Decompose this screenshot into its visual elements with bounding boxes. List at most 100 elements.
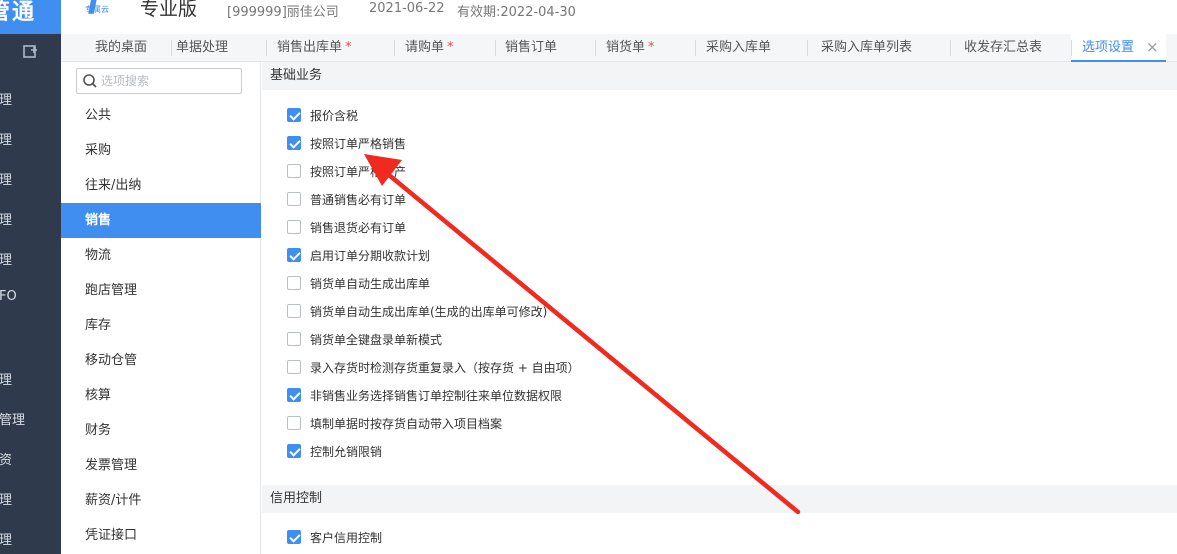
tab-4[interactable]: 销售订单 — [505, 34, 557, 62]
option-row[interactable]: 控制允销限销 — [287, 441, 382, 461]
category-label: 核算 — [85, 388, 112, 403]
option-label: 录入存货时检测存货重复录入（按存货 + 自由项） — [310, 360, 580, 375]
login-date: 2021-06-22 — [369, 1, 445, 16]
option-row[interactable]: 报价含税 — [287, 105, 358, 125]
app-window: 管通 理理理理理FO理管理资理理 T 专属云 专业版 [999999]丽佳公司 … — [0, 0, 1177, 554]
option-label: 销货单自动生成出库单 — [310, 276, 431, 291]
category-label: 库存 — [85, 318, 112, 333]
options-content: 基础业务报价含税按照订单严格销售按照订单严格生产 普通销售必有订单 销售退货必有订单… — [262, 62, 1177, 554]
tab-7[interactable]: 采购入库单列表 — [821, 34, 912, 62]
main-nav-item[interactable]: 理 — [0, 249, 61, 273]
main-nav-item[interactable]: 资 — [0, 449, 61, 473]
category-item[interactable]: 跑店管理 — [61, 273, 261, 308]
main-nav-item[interactable]: 理 — [0, 369, 61, 393]
category-item[interactable]: 往来/出纳 — [61, 168, 261, 203]
category-label: 跑店管理 — [85, 283, 138, 298]
tab-2[interactable]: 销售出库单 * — [277, 34, 352, 62]
option-checkbox[interactable] — [287, 276, 301, 290]
tab-label: 选项设置 — [1082, 40, 1135, 55]
search-box[interactable] — [76, 68, 242, 94]
option-checkbox[interactable] — [287, 220, 301, 234]
option-checkbox[interactable] — [287, 388, 301, 402]
option-row[interactable]: 按照订单严格销售 — [287, 133, 406, 153]
category-item[interactable]: 核算 — [61, 378, 261, 413]
main-nav-item-label: 资 — [0, 453, 13, 468]
main-nav-item[interactable]: 理 — [0, 169, 61, 193]
category-item[interactable]: 薪资/计件 — [61, 483, 261, 518]
category-item[interactable]: 财务 — [61, 413, 261, 448]
company-name: [999999]丽佳公司 — [227, 5, 339, 20]
plugin-icon[interactable] — [0, 34, 61, 70]
tab-9[interactable]: 选项设置 × — [1071, 34, 1166, 62]
main-nav-item-label: 管理 — [0, 413, 26, 428]
close-icon[interactable]: × — [1146, 40, 1160, 55]
option-row[interactable]: 销货单自动生成出库单(生成的出库单可修改) — [287, 301, 547, 321]
option-row[interactable]: 销货单自动生成出库单 — [287, 273, 430, 293]
option-label: 按照订单严格生产 — [310, 164, 407, 179]
main-nav-item[interactable]: 理 — [0, 129, 61, 153]
tab-label: 销售出库单 — [277, 40, 343, 55]
option-row[interactable]: 填制单据时按存货自动带入项目档案 — [287, 413, 502, 433]
tab-8[interactable]: 收发存汇总表 — [964, 34, 1042, 62]
option-row[interactable]: 启用订单分期收款计划 — [287, 245, 430, 265]
option-label: 普通销售必有订单 — [310, 192, 407, 207]
option-row[interactable]: 普通销售必有订单 — [287, 189, 406, 209]
option-label: 填制单据时按存货自动带入项目档案 — [310, 416, 503, 431]
tab-5[interactable]: 销货单 * — [606, 34, 655, 62]
option-checkbox[interactable] — [287, 360, 301, 374]
tab-6[interactable]: 采购入库单 — [706, 34, 771, 62]
category-item[interactable]: 凭证接口 — [61, 518, 261, 553]
option-checkbox[interactable] — [287, 304, 301, 318]
main-nav-item-label: 理 — [0, 133, 13, 148]
tab-divider — [495, 40, 496, 56]
tab-0[interactable]: 我的桌面 — [95, 34, 147, 62]
option-row[interactable]: 销售退货必有订单 — [287, 217, 406, 237]
search-input[interactable] — [101, 71, 237, 91]
option-label: 客户信用控制 — [310, 530, 383, 545]
tab-3[interactable]: 请购单 * — [405, 34, 454, 62]
main-nav-item-label: 理 — [0, 373, 13, 388]
option-checkbox[interactable] — [287, 108, 301, 122]
option-row[interactable]: 销货单全键盘录单新模式 — [287, 329, 442, 349]
option-checkbox[interactable] — [287, 164, 301, 178]
option-row[interactable]: 按照订单严格生产 — [287, 161, 406, 181]
category-item[interactable]: 移动仓管 — [61, 343, 261, 378]
tab-label: 收发存汇总表 — [964, 40, 1043, 55]
brand-logo: 管通 — [0, 0, 61, 34]
option-label: 销售退货必有订单 — [310, 220, 407, 235]
option-checkbox[interactable] — [287, 136, 301, 150]
main-nav-item-label: 理 — [0, 533, 13, 548]
category-label: 财务 — [85, 423, 112, 438]
option-label: 报价含税 — [310, 108, 359, 123]
option-checkbox[interactable] — [287, 192, 301, 206]
category-item[interactable]: 公共 — [61, 98, 261, 133]
section-header: 基础业务 — [262, 62, 1177, 90]
tab-divider — [266, 40, 267, 56]
category-item[interactable]: 销售 — [61, 203, 261, 238]
main-nav-item[interactable]: 管理 — [0, 409, 61, 433]
option-checkbox[interactable] — [287, 444, 301, 458]
main-nav-item[interactable]: 理 — [0, 529, 61, 553]
tab-label: 单据处理 — [176, 40, 229, 55]
main-nav-item[interactable]: 理 — [0, 89, 61, 113]
option-checkbox[interactable] — [287, 248, 301, 262]
main-nav-item[interactable]: 理 — [0, 209, 61, 233]
tab-label: 销售订单 — [505, 40, 558, 55]
option-checkbox[interactable] — [287, 416, 301, 430]
option-row[interactable]: 客户信用控制 — [287, 527, 382, 547]
option-checkbox[interactable] — [287, 530, 301, 544]
category-label: 公共 — [85, 108, 112, 123]
category-item[interactable]: 物流 — [61, 238, 261, 273]
option-row[interactable]: 非销售业务选择销售订单控制往来单位数据权限 — [287, 385, 562, 405]
tab-divider — [807, 40, 808, 56]
valid-until: 有效期:2022-04-30 — [457, 5, 576, 20]
category-label: 凭证接口 — [85, 528, 138, 543]
option-checkbox[interactable] — [287, 332, 301, 346]
category-item[interactable]: 发票管理 — [61, 448, 261, 483]
option-row[interactable]: 录入存货时检测存货重复录入（按存货 + 自由项） — [287, 357, 580, 377]
main-nav-item[interactable]: 理 — [0, 489, 61, 513]
main-nav-item[interactable]: FO — [0, 289, 61, 313]
category-item[interactable]: 采购 — [61, 133, 261, 168]
category-item[interactable]: 库存 — [61, 308, 261, 343]
tab-1[interactable]: 单据处理 — [176, 34, 228, 62]
